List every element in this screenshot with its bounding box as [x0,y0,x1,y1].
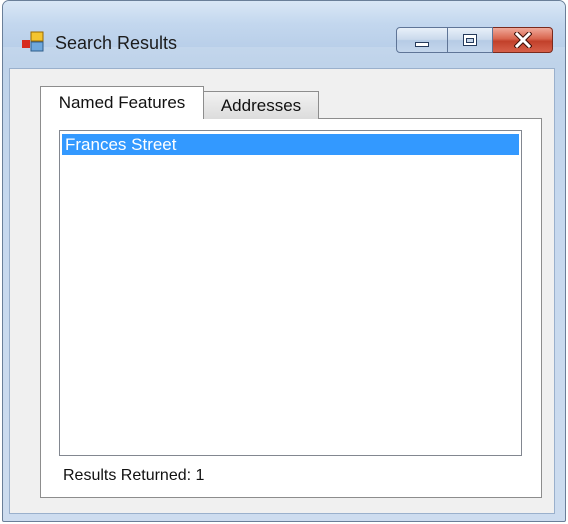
app-icon [22,31,44,52]
tab-named-features[interactable]: Named Features [40,86,204,119]
minimize-icon [415,42,429,47]
close-button[interactable] [493,27,553,53]
minimize-button[interactable] [396,27,448,53]
maximize-button[interactable] [448,27,493,53]
window-title: Search Results [55,33,178,53]
results-count-label: Results Returned: 1 [63,467,205,484]
results-listbox[interactable]: Frances Street [59,130,522,456]
list-item[interactable]: Frances Street [62,134,519,155]
maximize-icon [463,34,477,46]
close-icon [513,32,532,48]
caption-buttons [396,27,553,55]
tab-addresses[interactable]: Addresses [203,91,319,119]
